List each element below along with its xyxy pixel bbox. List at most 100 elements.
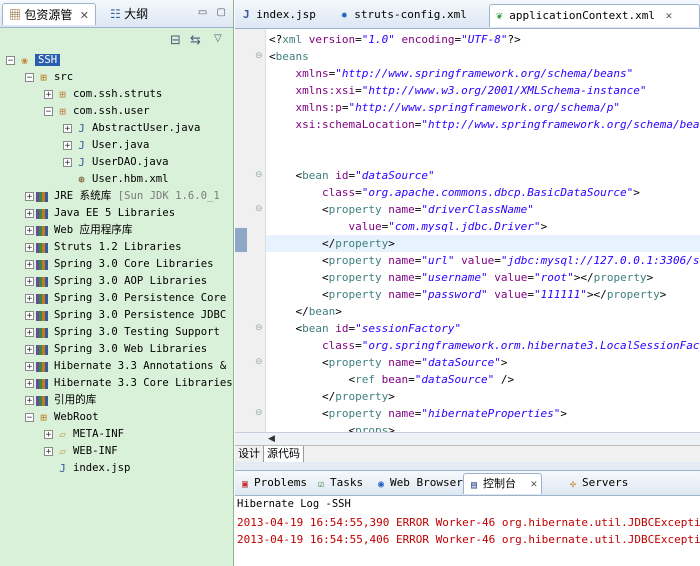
tab-problems[interactable]: ▣ Problems xyxy=(235,473,311,494)
code-line[interactable]: xmlns:xsi="http://www.w3.org/2001/XMLSch… xyxy=(269,82,647,99)
tab-application-context[interactable]: ❦ applicationContext.xml ✕ xyxy=(489,4,700,27)
fold-icon[interactable]: ⊖ xyxy=(255,51,263,61)
minimize-maximize-icons[interactable]: ▭ ▢ xyxy=(198,7,229,18)
fold-icon[interactable]: ⊖ xyxy=(255,408,263,418)
collapse-icon[interactable]: − xyxy=(44,107,53,117)
tab-design[interactable]: 设计 xyxy=(235,446,263,462)
expand-icon[interactable]: + xyxy=(25,345,34,355)
tree-item[interactable]: + Spring 3.0 Persistence JDBC xyxy=(0,307,233,324)
xml-source-editor[interactable]: <?xml version="1.0" encoding="UTF-8"?> <b… xyxy=(235,29,700,437)
tree-item[interactable]: + J AbstractUser.java xyxy=(0,120,233,137)
tree-item[interactable]: + Hibernate 3.3 Annotations & xyxy=(0,358,233,375)
code-line[interactable]: xsi:schemaLocation="http://www.springfra… xyxy=(269,116,700,133)
tree-item[interactable]: + Spring 3.0 Core Libraries xyxy=(0,256,233,273)
expand-icon[interactable]: + xyxy=(25,209,34,219)
expand-icon[interactable]: + xyxy=(25,192,34,202)
code-line[interactable]: <ref bean="dataSource" /> xyxy=(269,371,514,388)
tree-item[interactable]: ⊛ User.hbm.xml xyxy=(0,171,233,188)
close-icon[interactable]: ✕ xyxy=(531,477,538,490)
tree-item[interactable]: + J UserDAO.java xyxy=(0,154,233,171)
tab-tasks[interactable]: ☑ Tasks xyxy=(311,473,367,494)
close-icon[interactable]: ✕ xyxy=(666,9,673,22)
tab-outline[interactable]: ☷ 大纲 xyxy=(104,3,154,25)
expand-icon[interactable]: + xyxy=(25,362,34,372)
code-line[interactable]: </property> xyxy=(269,388,395,405)
scroll-left-icon[interactable]: ◀ xyxy=(268,434,278,444)
code-line[interactable]: xmlns="http://www.springframework.org/sc… xyxy=(269,65,634,82)
code-line[interactable]: <property name="username" value="root"><… xyxy=(269,269,653,286)
expand-icon[interactable]: + xyxy=(25,243,34,253)
code-line[interactable]: <beans xyxy=(269,48,309,65)
tab-servers[interactable]: ✣ Servers xyxy=(563,473,632,494)
tree-item[interactable]: − ⊞ src xyxy=(0,69,233,86)
tree-item[interactable]: + 引用的库 xyxy=(0,392,233,409)
tab-web-browser[interactable]: ◉ Web Browser xyxy=(371,473,467,494)
tree-item[interactable]: − ❀ SSH xyxy=(0,52,233,69)
code-line[interactable]: </property> xyxy=(266,235,700,252)
tab-console[interactable]: ▤ 控制台 ✕ xyxy=(463,473,543,494)
tree-item[interactable]: + Web 应用程序库 xyxy=(0,222,233,239)
expand-icon[interactable]: + xyxy=(63,141,72,151)
code-line[interactable]: <?xml version="1.0" encoding="UTF-8"?> xyxy=(269,31,521,48)
expand-icon[interactable]: + xyxy=(25,328,34,338)
code-line[interactable]: <property name="hibernateProperties"> xyxy=(269,405,567,422)
tree-item[interactable]: + J User.java xyxy=(0,137,233,154)
view-menu-icon[interactable]: ▽ xyxy=(214,33,222,44)
code-token: id xyxy=(335,169,349,182)
tree-item[interactable]: + Java EE 5 Libraries xyxy=(0,205,233,222)
fold-icon[interactable]: ⊖ xyxy=(255,357,263,367)
tree-item[interactable]: + Spring 3.0 AOP Libraries xyxy=(0,273,233,290)
panel-splitter[interactable] xyxy=(235,462,700,470)
code-line[interactable]: <property name="password" value="111111"… xyxy=(269,286,666,303)
code-line[interactable]: <property name="dataSource"> xyxy=(269,354,507,371)
expand-icon[interactable]: + xyxy=(25,277,34,287)
fold-icon[interactable]: ⊖ xyxy=(255,323,263,333)
tree-item[interactable]: + Spring 3.0 Testing Support xyxy=(0,324,233,341)
tree-item[interactable]: + JRE 系统库 [Sun JDK 1.6.0_1 xyxy=(0,188,233,205)
tree-item[interactable]: + Hibernate 3.3 Core Libraries xyxy=(0,375,233,392)
expand-icon[interactable]: + xyxy=(63,124,72,134)
code-line[interactable]: <bean id="sessionFactory" xyxy=(269,320,461,337)
expand-icon[interactable]: + xyxy=(25,260,34,270)
code-line[interactable]: class="org.springframework.orm.hibernate… xyxy=(269,337,700,354)
expand-icon[interactable]: + xyxy=(44,90,53,100)
expand-icon[interactable]: + xyxy=(25,294,34,304)
tab-index-jsp[interactable]: J index.jsp xyxy=(237,4,322,27)
code-line[interactable]: value="com.mysql.jdbc.Driver"> xyxy=(269,218,547,235)
horizontal-scrollbar[interactable]: ◀ xyxy=(235,432,700,446)
collapse-all-icon[interactable]: ⊟ xyxy=(170,33,181,48)
tree-item[interactable]: − ⊞ com.ssh.user xyxy=(0,103,233,120)
fold-icon[interactable]: ⊖ xyxy=(255,204,263,214)
code-token: id xyxy=(335,322,349,335)
expand-icon[interactable]: + xyxy=(25,311,34,321)
expand-icon[interactable]: + xyxy=(25,396,34,406)
code-line[interactable]: <property name="driverClassName" xyxy=(269,201,534,218)
close-icon[interactable]: ✕ xyxy=(80,10,89,22)
expand-icon[interactable]: + xyxy=(44,430,53,440)
tree-item[interactable]: − ⊞ WebRoot xyxy=(0,409,233,426)
code-line[interactable]: class="org.apache.commons.dbcp.BasicData… xyxy=(269,184,640,201)
tree-item[interactable]: Jindex.jsp xyxy=(0,460,233,477)
link-with-editor-icon[interactable]: ⇆ xyxy=(190,33,201,48)
tab-package-explorer[interactable]: ▦ 包资源管 ✕ xyxy=(2,3,96,25)
tree-item[interactable]: + Spring 3.0 Persistence Core xyxy=(0,290,233,307)
code-line[interactable]: </bean> xyxy=(269,303,341,320)
code-line[interactable]: <property name="url" value="jdbc:mysql:/… xyxy=(269,252,700,269)
collapse-icon[interactable]: − xyxy=(25,413,34,423)
collapse-icon[interactable]: − xyxy=(6,56,15,66)
code-line[interactable]: <bean id="dataSource" xyxy=(269,167,434,184)
tree-item[interactable]: + ▱ META-INF xyxy=(0,426,233,443)
tree-item[interactable]: + Spring 3.0 Web Libraries xyxy=(0,341,233,358)
code-line[interactable]: xmlns:p="http://www.springframework.org/… xyxy=(269,99,621,116)
tree-item[interactable]: + ▱ WEB-INF xyxy=(0,443,233,460)
expand-icon[interactable]: + xyxy=(44,447,53,457)
tree-item[interactable]: + Struts 1.2 Libraries xyxy=(0,239,233,256)
tab-struts-config[interactable]: ✹ struts-config.xml xyxy=(335,4,473,27)
expand-icon[interactable]: + xyxy=(63,158,72,168)
tree-item[interactable]: + ⊞ com.ssh.struts xyxy=(0,86,233,103)
expand-icon[interactable]: + xyxy=(25,226,34,236)
collapse-icon[interactable]: − xyxy=(25,73,34,83)
fold-icon[interactable]: ⊖ xyxy=(255,170,263,180)
expand-icon[interactable]: + xyxy=(25,379,34,389)
tab-source[interactable]: 源代码 xyxy=(263,446,304,462)
